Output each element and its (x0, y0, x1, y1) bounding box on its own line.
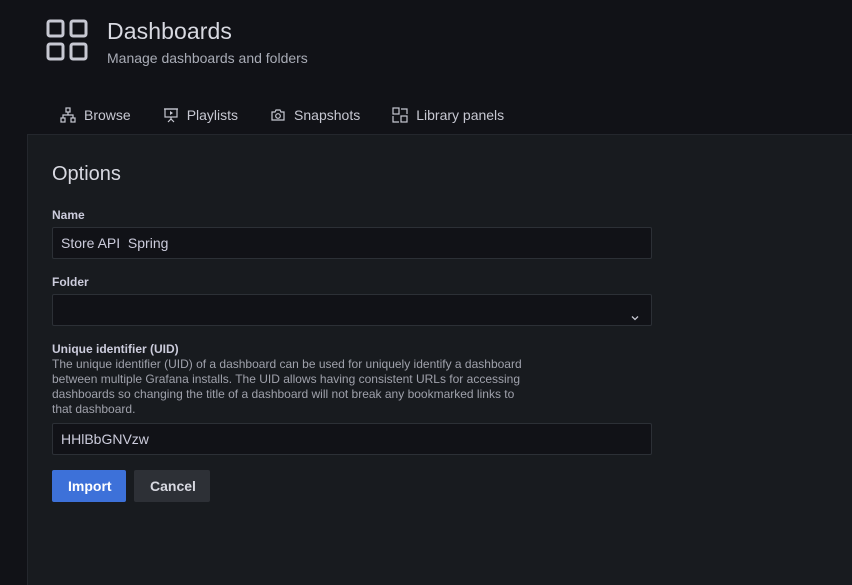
tab-browse[interactable]: Browse (44, 98, 147, 132)
tab-library-panels[interactable]: Library panels (376, 98, 520, 132)
dashboards-page: Dashboards Manage dashboards and folders… (0, 0, 852, 585)
uid-input[interactable] (52, 423, 652, 455)
camera-icon (270, 107, 286, 123)
import-options-panel: Options Name Folder Unique identifier (U… (27, 134, 852, 585)
library-panel-icon (392, 107, 408, 123)
folder-label: Folder (52, 275, 89, 289)
tab-library-panels-label: Library panels (416, 107, 505, 123)
apps-grid-icon (46, 19, 88, 61)
folder-select[interactable] (52, 294, 652, 326)
presentation-play-icon (163, 107, 179, 123)
page-subtitle: Manage dashboards and folders (107, 50, 308, 66)
page-title: Dashboards (107, 18, 233, 44)
options-heading: Options (52, 163, 121, 185)
uid-description: The unique identifier (UID) of a dashboa… (52, 357, 522, 416)
tab-snapshots[interactable]: Snapshots (254, 98, 376, 132)
sitemap-icon (60, 107, 76, 123)
page-header: Dashboards Manage dashboards and folders… (0, 0, 852, 134)
tab-playlists-label: Playlists (186, 107, 239, 123)
tab-bar: Browse Playlists Snapshots Library panel… (44, 98, 520, 134)
chevron-down-icon (629, 304, 641, 321)
cancel-button[interactable]: Cancel (134, 470, 210, 502)
tab-browse-label: Browse (84, 107, 131, 123)
uid-label: Unique identifier (UID) (52, 342, 179, 356)
import-button[interactable]: Import (52, 470, 126, 502)
name-label: Name (52, 208, 85, 222)
tab-playlists[interactable]: Playlists (147, 98, 254, 132)
tab-snapshots-label: Snapshots (294, 107, 361, 123)
name-input[interactable] (52, 227, 652, 259)
